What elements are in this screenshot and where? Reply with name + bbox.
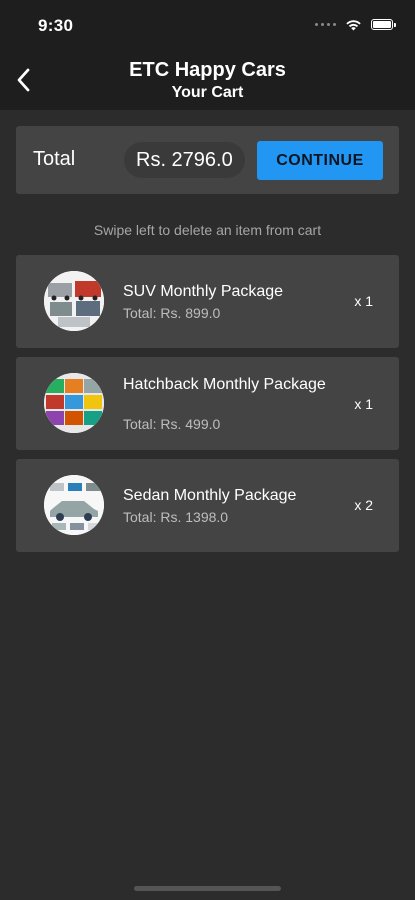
item-quantity: x 1 xyxy=(354,293,373,309)
total-amount: Rs. 2796.0 xyxy=(124,142,245,178)
item-name: Hatchback Monthly Package xyxy=(123,376,326,393)
total-card: Total Rs. 2796.0 CONTINUE xyxy=(16,126,399,194)
status-time: 9:30 xyxy=(38,16,74,35)
home-indicator xyxy=(134,886,281,891)
total-label: Total xyxy=(33,148,76,170)
item-total: Total: Rs. 1398.0 xyxy=(123,509,229,525)
suv-package-image xyxy=(44,271,104,331)
item-quantity: x 1 xyxy=(354,396,373,412)
swipe-hint: Swipe left to delete an item from cart xyxy=(93,222,322,238)
sedan-package-image xyxy=(44,475,104,535)
status-bar: 9:30 xyxy=(0,0,415,52)
nav-bar: ETC Happy Cars Your Cart xyxy=(0,52,415,110)
item-name: Sedan Monthly Package xyxy=(123,487,297,504)
signal-dots-icon xyxy=(315,23,336,26)
page-subtitle: Your Cart xyxy=(171,84,244,101)
cart-item-suv[interactable]: SUV Monthly Package Total: Rs. 899.0 x 1 xyxy=(16,255,399,348)
status-icons xyxy=(315,18,396,31)
cart-item-sedan[interactable]: Sedan Monthly Package Total: Rs. 1398.0 … xyxy=(16,459,399,552)
item-total: Total: Rs. 499.0 xyxy=(123,416,221,432)
wifi-icon xyxy=(346,20,361,31)
item-quantity: x 2 xyxy=(354,497,373,513)
page-title: ETC Happy Cars xyxy=(129,59,286,81)
battery-icon xyxy=(371,19,396,30)
cart-item-hatchback[interactable]: Hatchback Monthly Package Total: Rs. 499… xyxy=(16,357,399,450)
continue-button[interactable]: CONTINUE xyxy=(257,141,383,180)
hatchback-package-image xyxy=(44,373,104,433)
item-total: Total: Rs. 899.0 xyxy=(123,305,221,321)
item-name: SUV Monthly Package xyxy=(123,283,284,300)
